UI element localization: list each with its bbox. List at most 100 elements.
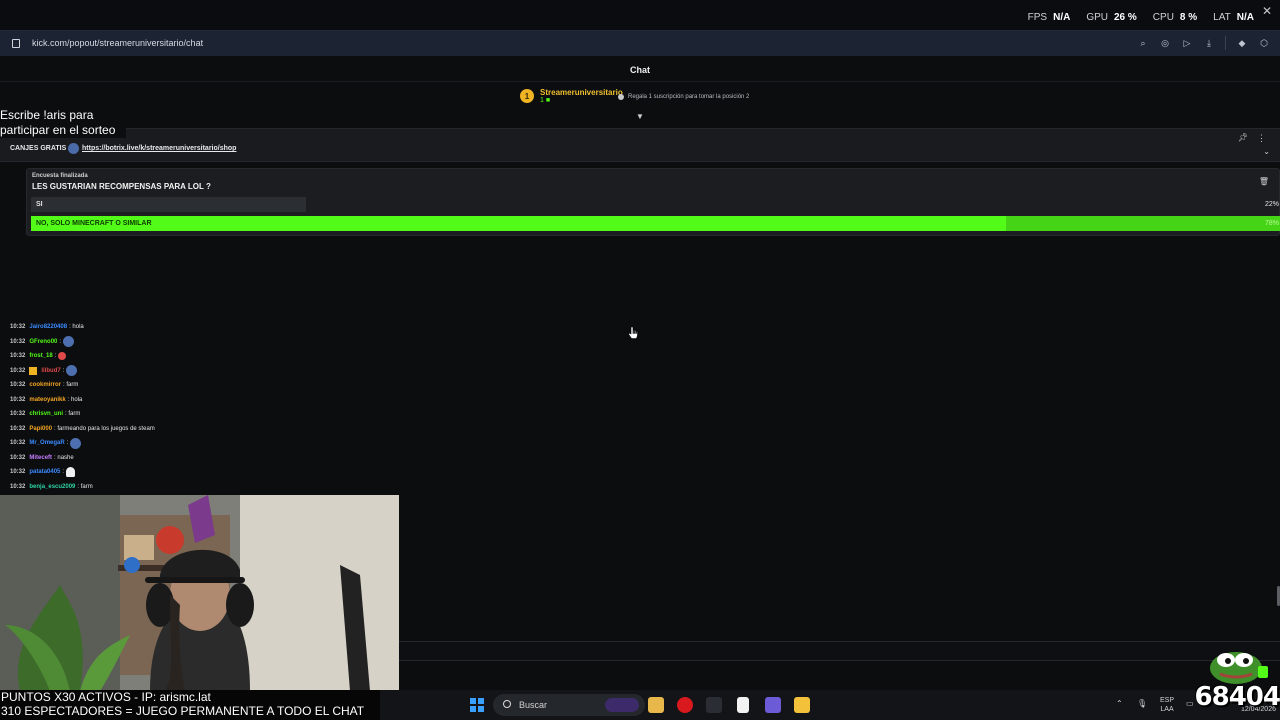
chevron-down-icon[interactable]: ⌄ [1263, 147, 1270, 156]
message-username[interactable]: lilbud7 [41, 368, 60, 374]
chat-message: 10:32 GFreno00: [10, 335, 155, 350]
poll-option: SI 22% [31, 197, 1280, 212]
message-time: 10:32 [10, 469, 26, 476]
message-time: 10:32 [10, 367, 26, 374]
poll-option-label: NO, SOLO MINECRAFT O SIMILAR [36, 220, 152, 227]
message-text: : [54, 353, 57, 360]
chat-message: 10:32 mateoyanikk: hola [10, 393, 155, 408]
message-time: 10:32 [10, 411, 26, 418]
chat-message-list: 10:32 Jairo8220408: hola 10:32 GFreno00:10:… [10, 320, 155, 494]
fps-label: FPS [1027, 12, 1048, 23]
opera-browser-icon[interactable] [677, 697, 693, 713]
message-text: : farm [63, 382, 79, 389]
chat-message: 10:32 Jairo8220408: hola [10, 320, 155, 335]
chat-input-area[interactable] [399, 641, 1280, 661]
message-username[interactable]: frost_18 [29, 353, 52, 359]
message-time: 10:32 [10, 425, 26, 432]
message-username[interactable]: Miteceft [29, 455, 52, 461]
message-time: 10:32 [10, 454, 26, 461]
chevron-up-icon[interactable]: ⌃ [1116, 699, 1123, 708]
microphone-icon[interactable]: 🎙︎ [1137, 699, 1147, 708]
message-text: : farm [77, 483, 93, 490]
top-gifter[interactable]: 1 Streameruniversitario 1 ■ [520, 88, 623, 104]
message-username[interactable]: mateoyanikk [29, 397, 65, 403]
poll-option-bar [31, 216, 1006, 231]
chat-message: 10:32 Papi000: farmeando para los juegos … [10, 422, 155, 437]
webcam-feed [0, 495, 399, 691]
url-text[interactable]: kick.com/popout/streameruniversitario/ch… [32, 38, 203, 48]
pinned-label: CANJES GRATIS [10, 145, 67, 152]
info-icon [618, 94, 624, 100]
cube-icon[interactable]: ⬡ [1258, 37, 1270, 49]
message-username[interactable]: chrisvn_uni [29, 411, 63, 417]
chat-message: 10:32 Mr_OmegaR: [10, 436, 155, 451]
search-highlight-image [605, 698, 639, 712]
more-options-icon[interactable]: ⋮ [1257, 133, 1266, 144]
pinned-message: CANJES GRATIS https://botrix.live/k/stre… [0, 128, 1280, 162]
download-icon[interactable]: ⤓ [1203, 37, 1215, 49]
cpu-label: CPU [1152, 12, 1174, 23]
play-icon[interactable]: ▷ [1181, 37, 1193, 49]
message-text: : [66, 440, 69, 447]
windows-start-icon[interactable] [470, 698, 484, 712]
lat-value: N/A [1236, 12, 1254, 23]
teams-icon[interactable] [765, 697, 781, 713]
pinned-link[interactable]: https://botrix.live/k/streameruniversita… [82, 145, 236, 152]
poll-option-bar [31, 197, 306, 212]
message-username[interactable]: benja_escu2009 [29, 484, 75, 490]
hand-cursor-icon [628, 326, 638, 339]
message-text: : farmeando para los juegos de steam [54, 425, 155, 432]
document-icon[interactable] [737, 697, 749, 713]
network-icon[interactable]: ▭ [1186, 699, 1194, 708]
chat-message: 10:32 benja_escu2009: farm [10, 480, 155, 495]
message-username[interactable]: Papi000 [29, 426, 52, 432]
message-username[interactable]: GFreno00 [29, 339, 57, 345]
points-overlay-text: PUNTOS X30 ACTIVOS - IP: arismc.lat [1, 690, 211, 704]
gift-hint[interactable]: Regala 1 suscripción para tomar la posic… [618, 94, 749, 100]
pin-icon[interactable]: 📌︎ [1238, 133, 1248, 142]
message-text: : [62, 469, 65, 476]
poll-option-percent: 78% [1264, 220, 1279, 227]
red-emote-icon [58, 352, 67, 361]
close-icon[interactable]: ✕ [1262, 4, 1272, 18]
search-placeholder: Buscar [519, 700, 548, 710]
performance-overlay-bar: FPS N/A GPU 26 % CPU 8 % LAT N/A ✕ [0, 0, 1280, 30]
message-text: : farm [65, 411, 81, 418]
poll-state: Encuesta finalizada [32, 173, 88, 179]
message-username[interactable]: Jairo8220408 [29, 324, 67, 330]
points-counter: 68404 [1194, 682, 1280, 712]
chat-message: 10:32 Miteceft: nashe [10, 451, 155, 466]
collapse-arrow-icon[interactable]: ▼ [636, 112, 644, 121]
taskbar-search[interactable]: Buscar [493, 694, 645, 716]
chat-message: 10:32 patata0405: [10, 465, 155, 480]
address-bar-actions: ⌕ ◎ ▷ ⤓ ◆ ⬡ [1137, 36, 1270, 50]
chat-message: 10:32 cookmirror: farm [10, 378, 155, 393]
message-text: : hola [67, 396, 83, 403]
crown-badge-icon [29, 366, 38, 375]
ghost-emote-icon [66, 467, 76, 478]
message-time: 10:32 [10, 382, 26, 389]
extension-icon[interactable]: ◆ [1236, 37, 1248, 49]
store-icon[interactable] [794, 697, 810, 713]
message-username[interactable]: Mr_OmegaR [29, 440, 64, 446]
message-time: 10:32 [10, 324, 26, 331]
trash-icon[interactable]: 🗑︎ [1259, 177, 1269, 186]
chat-header: Chat [0, 56, 1280, 82]
message-username[interactable]: cookmirror [29, 382, 61, 388]
top-gifter-name: Streameruniversitario [540, 88, 623, 97]
pepe-emote-image [1210, 652, 1268, 684]
file-explorer-icon[interactable] [648, 697, 664, 713]
language-indicator[interactable]: ESP LAA [1160, 696, 1174, 714]
zoom-icon[interactable]: ⌕ [1137, 37, 1149, 49]
viewers-goal-overlay-text: 310 ESPECTADORES = JUEGO PERMANENTE A TO… [1, 704, 365, 718]
app-icon[interactable] [706, 697, 722, 713]
message-text: : nashe [54, 454, 74, 461]
message-text: : hola [69, 324, 84, 331]
gift-hint-text: Regala 1 suscripción para tomar la posic… [628, 94, 750, 100]
message-username[interactable]: patata0405 [29, 469, 60, 475]
rank-medal-icon: 1 [520, 89, 534, 103]
gpu-label: GPU [1086, 12, 1108, 23]
shield-icon[interactable]: ◎ [1159, 37, 1171, 49]
message-time: 10:32 [10, 353, 26, 360]
poll-option-label: SI [36, 201, 43, 208]
